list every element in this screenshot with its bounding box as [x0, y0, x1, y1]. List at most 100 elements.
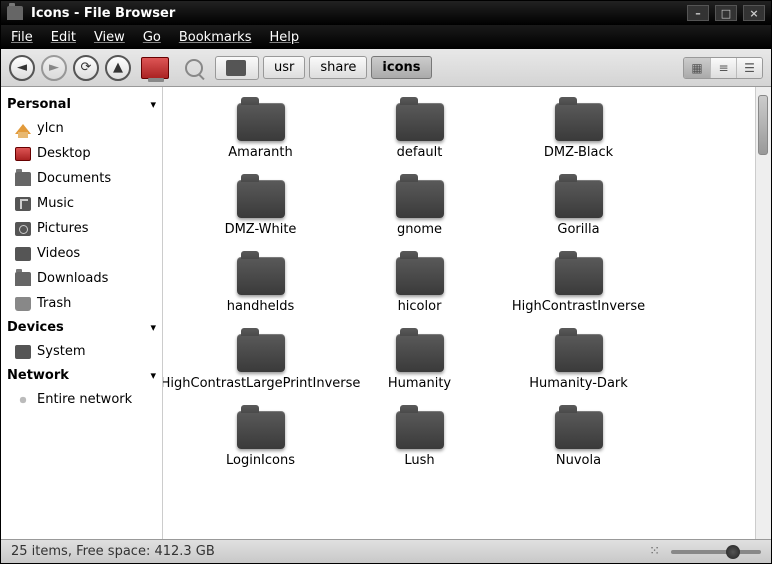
sidebar-header-personal[interactable]: Personal ▾	[5, 93, 158, 116]
titlebar[interactable]: Icons - File Browser – □ ×	[1, 1, 771, 25]
sidebar-item-label: System	[37, 344, 85, 359]
sidebar: Personal ▾ ylcn Desktop Documents Music Pict…	[1, 87, 163, 539]
maximize-button[interactable]: □	[715, 5, 737, 21]
folder-icon	[237, 411, 285, 449]
folder-loginicons[interactable]: LoginIcons	[183, 405, 338, 474]
sidebar-item-downloads[interactable]: Downloads	[5, 266, 158, 291]
sidebar-header-network[interactable]: Network ▾	[5, 364, 158, 387]
folder-icon	[237, 334, 285, 372]
menu-view[interactable]: View	[94, 30, 125, 45]
sidebar-header-label: Personal	[7, 97, 71, 112]
sidebar-item-label: Trash	[37, 296, 71, 311]
folder-label: default	[397, 145, 443, 160]
sidebar-item-entire-network[interactable]: Entire network	[5, 387, 158, 412]
folder-label: hicolor	[398, 299, 442, 314]
crumb-usr[interactable]: usr	[263, 56, 305, 79]
sidebar-item-desktop[interactable]: Desktop	[5, 141, 158, 166]
trash-icon	[15, 297, 31, 311]
sidebar-item-videos[interactable]: Videos	[5, 241, 158, 266]
forward-button[interactable]: ►	[41, 55, 67, 81]
sidebar-item-music[interactable]: Music	[5, 191, 158, 216]
sidebar-item-documents[interactable]: Documents	[5, 166, 158, 191]
folder-highcontrastinverse[interactable]: HighContrastInverse	[501, 251, 656, 320]
menu-bookmarks[interactable]: Bookmarks	[179, 30, 252, 45]
menu-help[interactable]: Help	[269, 30, 299, 45]
menu-edit[interactable]: Edit	[51, 30, 76, 45]
folder-hicolor[interactable]: hicolor	[342, 251, 497, 320]
folder-gorilla[interactable]: Gorilla	[501, 174, 656, 243]
statusbar: 25 items, Free space: 412.3 GB ⁙	[1, 539, 771, 563]
video-icon	[15, 247, 31, 261]
view-mode-toggle: ▦ ≡ ☰	[683, 57, 763, 79]
disk-icon	[226, 60, 246, 76]
crumb-icons[interactable]: icons	[371, 56, 431, 79]
menubar: File Edit View Go Bookmarks Help	[1, 25, 771, 49]
crumb-share[interactable]: share	[309, 56, 367, 79]
folder-dmz-white[interactable]: DMZ-White	[183, 174, 338, 243]
sidebar-item-ylcn[interactable]: ylcn	[5, 116, 158, 141]
folder-humanity[interactable]: Humanity	[342, 328, 497, 397]
scrollbar[interactable]	[755, 87, 771, 539]
sidebar-item-pictures[interactable]: Pictures	[5, 216, 158, 241]
folder-label: Humanity	[388, 376, 451, 391]
cam-icon	[15, 222, 31, 236]
folder-label: Gorilla	[557, 222, 599, 237]
sidebar-header-label: Network	[7, 368, 69, 383]
sidebar-item-system[interactable]: System	[5, 339, 158, 364]
folder-label: DMZ-Black	[544, 145, 613, 160]
folder-label: HighContrastInverse	[512, 299, 645, 314]
folder-handhelds[interactable]: handhelds	[183, 251, 338, 320]
desktop-icon	[15, 147, 31, 161]
folder-label: Lush	[404, 453, 434, 468]
folder-highcontrastlargeprintinverse[interactable]: HighContrastLargePrintInverse	[183, 328, 338, 397]
folder-amaranth[interactable]: Amaranth	[183, 97, 338, 166]
sidebar-item-trash[interactable]: Trash	[5, 291, 158, 316]
net-icon	[15, 393, 31, 407]
search-icon[interactable]	[185, 59, 203, 77]
home-icon	[15, 124, 31, 134]
compact-view-button[interactable]: ☰	[736, 58, 762, 78]
scrollbar-thumb[interactable]	[758, 95, 768, 155]
folder-label: Nuvola	[556, 453, 601, 468]
folder-gnome[interactable]: gnome	[342, 174, 497, 243]
folder-nuvola[interactable]: Nuvola	[501, 405, 656, 474]
folder-icon	[555, 411, 603, 449]
menu-go[interactable]: Go	[143, 30, 161, 45]
icon-grid[interactable]: Amaranth default DMZ-Black DMZ-White gnome Go…	[163, 87, 755, 539]
menu-file[interactable]: File	[11, 30, 33, 45]
back-button[interactable]: ◄	[9, 55, 35, 81]
breadcrumb: usr share icons	[215, 56, 432, 80]
icon-view-button[interactable]: ▦	[684, 58, 710, 78]
crumb-root[interactable]	[215, 56, 259, 80]
chevron-down-icon: ▾	[150, 98, 156, 111]
folder-dmz-black[interactable]: DMZ-Black	[501, 97, 656, 166]
computer-icon[interactable]	[141, 57, 169, 79]
sidebar-header-devices[interactable]: Devices ▾	[5, 316, 158, 339]
minimize-button[interactable]: –	[687, 5, 709, 21]
folder-icon	[555, 257, 603, 295]
folder-lush[interactable]: Lush	[342, 405, 497, 474]
folder-icon	[15, 272, 31, 286]
folder-label: DMZ-White	[225, 222, 297, 237]
list-view-button[interactable]: ≡	[710, 58, 736, 78]
folder-icon	[237, 180, 285, 218]
zoom-slider[interactable]	[671, 550, 761, 554]
folder-icon	[396, 180, 444, 218]
folder-icon	[7, 6, 23, 20]
sidebar-item-label: Music	[37, 196, 74, 211]
grid-size-icon[interactable]: ⁙	[649, 544, 661, 559]
music-icon	[15, 197, 31, 211]
close-button[interactable]: ×	[743, 5, 765, 21]
up-button[interactable]: ▲	[105, 55, 131, 81]
folder-icon	[15, 172, 31, 186]
sidebar-item-label: Desktop	[37, 146, 91, 161]
sidebar-item-label: Entire network	[37, 392, 132, 407]
folder-label: LoginIcons	[226, 453, 295, 468]
folder-default[interactable]: default	[342, 97, 497, 166]
sidebar-item-label: ylcn	[37, 121, 64, 136]
reload-button[interactable]: ⟳	[73, 55, 99, 81]
folder-icon	[396, 411, 444, 449]
folder-icon	[396, 257, 444, 295]
folder-icon	[396, 334, 444, 372]
folder-humanity-dark[interactable]: Humanity-Dark	[501, 328, 656, 397]
